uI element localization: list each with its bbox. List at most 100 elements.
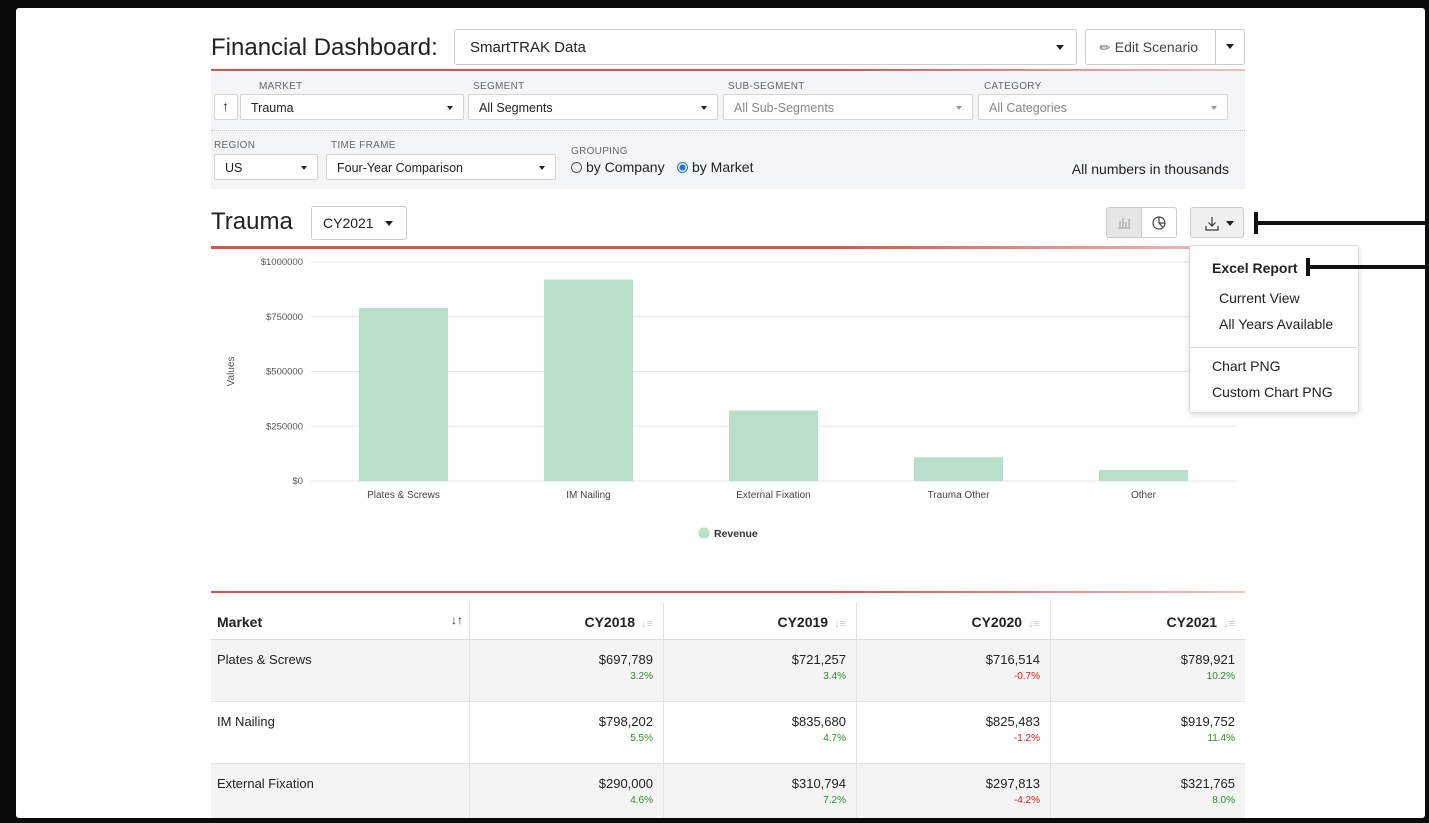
export-button[interactable]	[1190, 207, 1244, 238]
y-tick-label: $500000	[266, 367, 303, 378]
column-header-cy2021[interactable]: CY2021 ↓≡	[1051, 602, 1245, 640]
grouping-label: GROUPING	[571, 146, 628, 157]
revenue-value: $789,921	[1180, 652, 1235, 667]
market-select[interactable]: Trauma	[240, 94, 464, 120]
app-window: Financial Dashboard: SmartTRAK Data ✎ Ed…	[16, 8, 1425, 818]
growth-percent: 5.5%	[630, 733, 653, 744]
value-cell: $290,000 4.6%	[470, 764, 664, 818]
bar-chart-icon	[1118, 218, 1130, 229]
table-row[interactable]: IM Nailing $798,202 5.5% $835,680 4.7% $825,4…	[211, 702, 1245, 764]
value-cell: $321,765 8.0%	[1051, 764, 1245, 818]
column-header-market[interactable]: Market ↓↑	[211, 602, 470, 640]
radio-empty-icon	[571, 162, 582, 173]
sort-icon[interactable]: ↓↑	[451, 613, 463, 627]
menu-item-current-view[interactable]: Current View	[1219, 290, 1389, 306]
growth-percent: 3.2%	[630, 671, 653, 682]
by-market-label: by Market	[692, 159, 754, 175]
year-value: CY2021	[323, 215, 374, 231]
callout-export-button	[1254, 221, 1425, 225]
bar-chart-view-button[interactable]	[1106, 207, 1142, 238]
subsegment-value: All Sub-Segments	[734, 101, 835, 115]
menu-item-custom-chart-png[interactable]: Custom Chart PNG	[1212, 384, 1382, 400]
market-name: External Fixation	[217, 776, 314, 791]
revenue-value: $835,680	[791, 714, 846, 729]
column-header-cy2019[interactable]: CY2019 ↓≡	[664, 602, 857, 640]
revenue-bar-chart: $0 $250000 $500000 $750000 $1000000 Values Pla…	[226, 257, 1236, 540]
revenue-value: $290,000	[598, 776, 653, 791]
pencil-icon: ✎	[1095, 38, 1115, 57]
revenue-value: $919,752	[1180, 714, 1235, 729]
x-tick-label: Other	[1131, 490, 1157, 501]
market-cell: IM Nailing	[211, 702, 470, 764]
revenue-value: $798,202	[598, 714, 653, 729]
y-tick-label: $250000	[266, 421, 303, 432]
category-select[interactable]: All Categories	[978, 94, 1228, 120]
sort-icon: ↓≡	[834, 618, 846, 630]
segment-value: All Segments	[479, 101, 553, 115]
timeframe-label: TIME FRAME	[331, 140, 396, 151]
numbers-note: All numbers in thousands	[1071, 161, 1229, 177]
menu-item-all-years[interactable]: All Years Available	[1219, 316, 1389, 332]
growth-percent: 8.0%	[1212, 795, 1235, 806]
growth-percent: 3.4%	[823, 671, 846, 682]
callout-export-button-cap	[1254, 212, 1258, 234]
subsegment-select[interactable]: All Sub-Segments	[723, 94, 973, 120]
table-row[interactable]: Plates & Screws $697,789 3.2% $721,257 3.4% $…	[211, 640, 1245, 702]
bar	[359, 308, 448, 481]
timeframe-select[interactable]: Four-Year Comparison	[326, 154, 556, 180]
legend-label: Revenue	[714, 528, 758, 540]
region-label: REGION	[214, 140, 256, 151]
bar	[729, 410, 818, 481]
revenue-value: $825,483	[985, 714, 1040, 729]
market-value: Trauma	[251, 101, 294, 115]
revenue-value: $697,789	[598, 652, 653, 667]
section-title: Trauma	[211, 208, 293, 235]
edit-scenario-dropdown-icon[interactable]	[1226, 44, 1234, 49]
market-cell: External Fixation	[211, 764, 470, 818]
value-cell: $716,514 -0.7%	[857, 640, 1051, 702]
scenario-value: SmartTRAK Data	[470, 39, 586, 56]
revenue-value: $716,514	[985, 652, 1040, 667]
value-cell: $789,921 10.2%	[1051, 640, 1245, 702]
sort-direction-button[interactable]: ↑	[214, 94, 238, 120]
callout-excel-report	[1306, 265, 1425, 269]
value-cell: $297,813 -4.2%	[857, 764, 1051, 818]
y-tick-label: $1000000	[261, 257, 303, 268]
chevron-down-icon	[539, 166, 545, 170]
grouping-by-company-radio[interactable]: by Company	[571, 159, 665, 175]
grouping-by-market-radio[interactable]: by Market	[677, 159, 753, 175]
by-company-label: by Company	[586, 159, 665, 175]
pie-chart-view-button[interactable]	[1141, 207, 1177, 238]
segment-select[interactable]: All Segments	[468, 94, 718, 120]
category-value: All Categories	[989, 101, 1067, 115]
table-row[interactable]: External Fixation $290,000 4.6% $310,794 7.2…	[211, 764, 1245, 818]
category-label: CATEGORY	[984, 81, 1042, 92]
value-cell: $835,680 4.7%	[664, 702, 857, 764]
market-name: IM Nailing	[217, 714, 275, 729]
y-tick-label: $750000	[266, 312, 303, 323]
column-header-cy2020[interactable]: CY2020 ↓≡	[857, 602, 1051, 640]
value-cell: $798,202 5.5%	[470, 702, 664, 764]
value-cell: $697,789 3.2%	[470, 640, 664, 702]
chevron-down-icon	[956, 106, 962, 110]
sort-icon: ↓≡	[1028, 618, 1040, 630]
cy2019-header-label: CY2019	[777, 614, 829, 630]
edit-scenario-button[interactable]: ✎ Edit Scenario	[1085, 29, 1245, 65]
scenario-select[interactable]: SmartTRAK Data	[454, 29, 1077, 65]
chevron-down-icon	[1056, 45, 1064, 50]
legend-marker	[698, 527, 710, 539]
year-select[interactable]: CY2021	[311, 206, 407, 240]
menu-divider	[1190, 347, 1358, 348]
y-axis-label: Values	[226, 357, 237, 387]
growth-percent: 4.7%	[823, 733, 846, 744]
region-select[interactable]: US	[214, 154, 318, 180]
market-cell: Plates & Screws	[211, 640, 470, 702]
menu-item-chart-png[interactable]: Chart PNG	[1212, 358, 1382, 374]
timeframe-value: Four-Year Comparison	[337, 161, 463, 175]
section-divider	[211, 246, 1245, 249]
column-header-cy2018[interactable]: CY2018 ↓≡	[470, 602, 664, 640]
radio-selected-icon	[677, 162, 688, 173]
value-cell: $721,257 3.4%	[664, 640, 857, 702]
pie-chart-icon	[1152, 216, 1166, 230]
download-icon	[1205, 217, 1219, 231]
